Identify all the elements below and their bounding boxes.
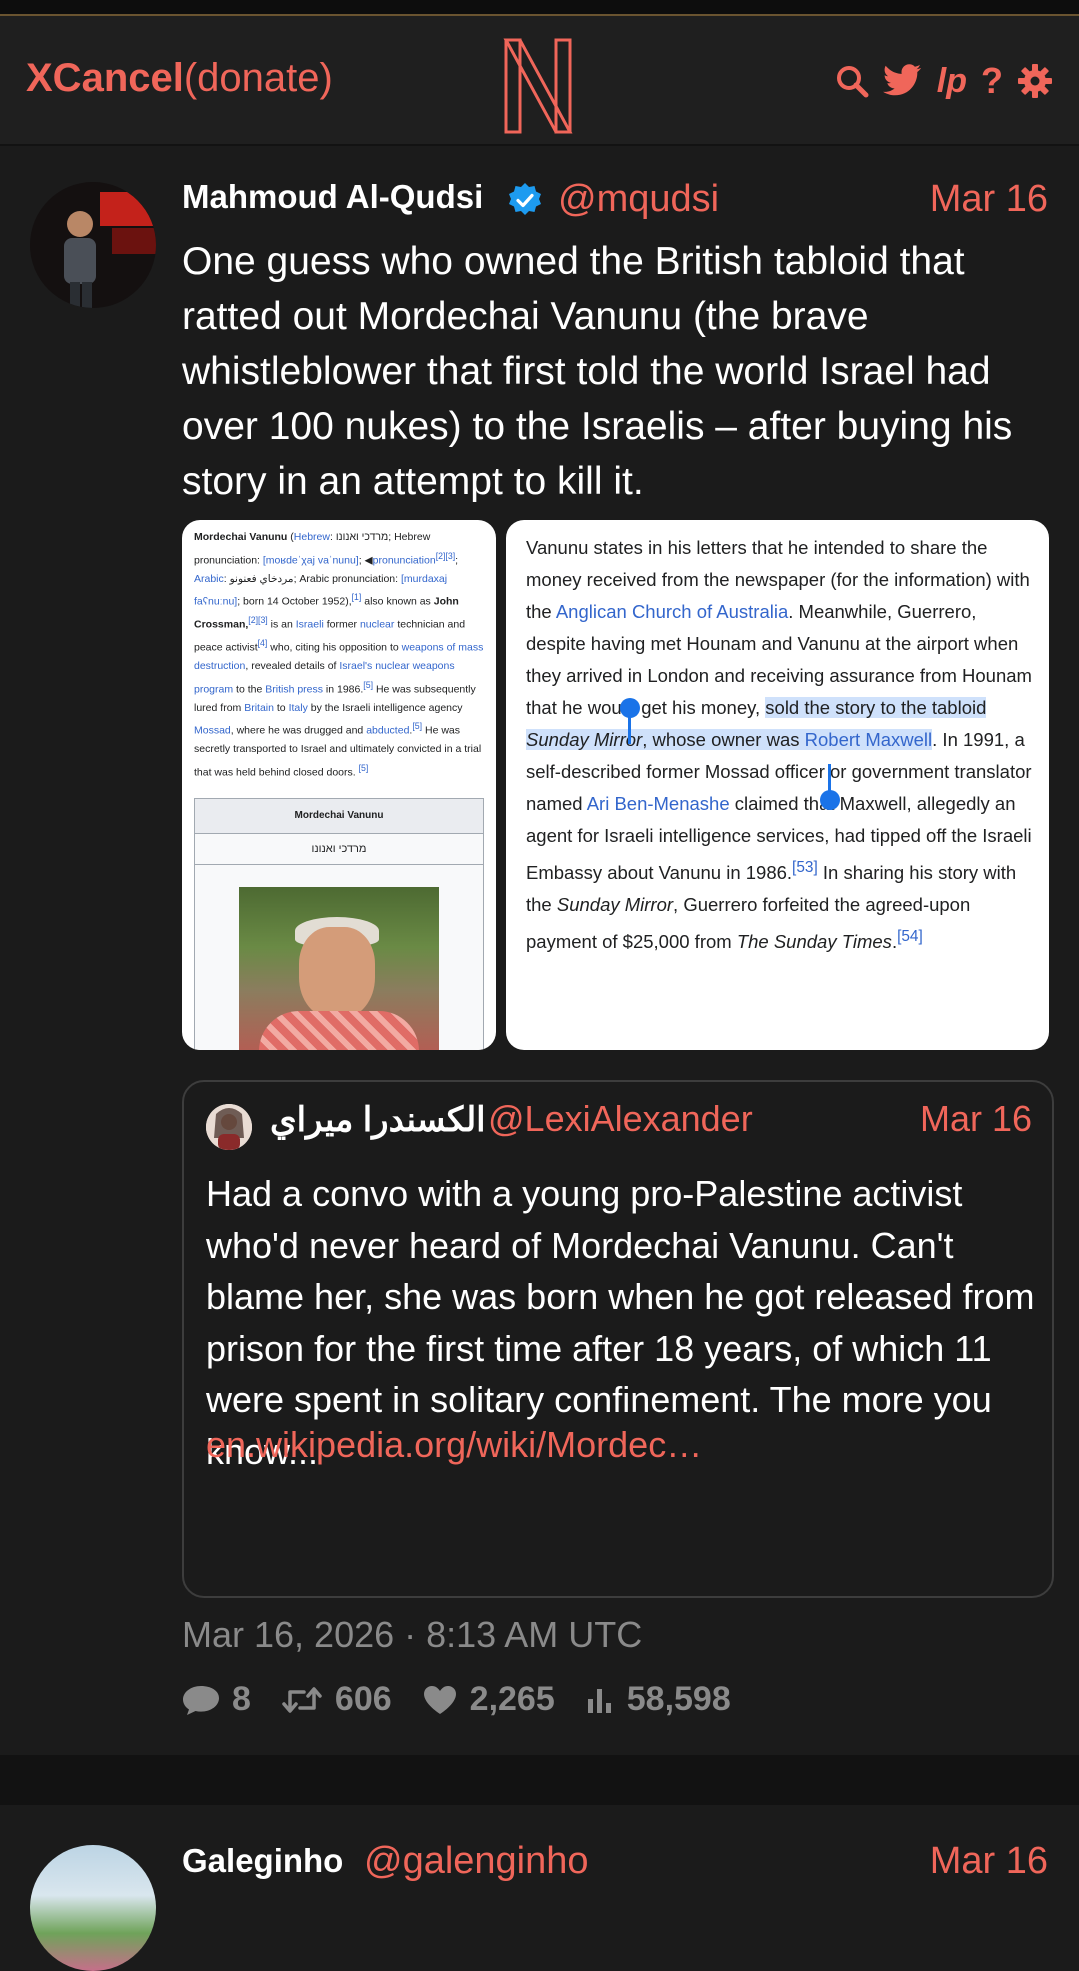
tweet-image-wikipedia-excerpt[interactable]: Vanunu states in his letters that he int… [506,520,1049,1050]
top-edge [0,0,1079,16]
next-author-name[interactable]: Galeginho [182,1842,343,1880]
brand-link[interactable]: XCancel(donate) [26,56,333,101]
reply-stat[interactable]: 8 [182,1680,251,1719]
retweet-stat[interactable]: 606 [281,1680,392,1719]
tweet-text: One guess who owned the British tabloid … [182,240,1013,503]
lp-icon[interactable]: lp [937,62,967,101]
quote-link[interactable]: en.wikipedia.org/wiki/Mordec… [206,1424,702,1466]
donate-link[interactable]: (donate) [184,56,333,100]
twitter-bird-icon[interactable] [882,64,923,98]
settings-gear-icon[interactable] [1017,63,1053,99]
views-chart-icon [587,1688,611,1713]
wiki-excerpt-text: Vanunu states in his letters that he int… [526,537,1032,953]
views-stat[interactable]: 58,598 [585,1680,731,1719]
quote-author-name[interactable]: الكسندرا ميراي [270,1100,486,1140]
author-name[interactable]: Mahmoud Al-Qudsi [182,178,483,216]
quote-author-handle[interactable]: @LexiAlexander [488,1098,753,1140]
reply-icon [183,1685,219,1715]
infobox-portrait-image [239,887,439,1050]
search-icon[interactable] [835,64,869,98]
navbar: XCancel(donate) lp ? [0,16,1079,146]
brand-name[interactable]: XCancel [26,56,184,100]
tweet-stats: 8 606 2,265 58,598 [182,1680,761,1719]
quoted-tweet[interactable]: الكسندرا ميراي @LexiAlexander Mar 16 Had… [182,1080,1054,1598]
infobox-title: Mordechai Vanunu [195,799,483,834]
wiki-infobox: Mordechai Vanunu מרדכי ואנונו [194,798,484,1050]
heart-icon [423,1685,456,1714]
quote-author-avatar[interactable] [206,1104,252,1150]
wiki-lead-text: Mordechai Vanunu (Hebrew: מרדכי ואנונו; … [194,531,484,778]
verified-badge-icon [509,183,541,215]
next-tweet-date[interactable]: Mar 16 [930,1840,1048,1883]
quote-date[interactable]: Mar 16 [920,1098,1032,1140]
author-avatar[interactable] [30,182,156,308]
infobox-hebrew-name: מרדכי ואנונו [195,834,483,865]
selection-start-dot [620,698,640,718]
nitter-logo-icon[interactable] [502,36,574,136]
next-author-avatar[interactable] [30,1845,156,1971]
selection-end-dot [820,790,840,810]
tweet-image-wikipedia-lead[interactable]: Mordechai Vanunu (Hebrew: מרדכי ואנונו; … [182,520,496,1050]
author-handle[interactable]: @mqudsi [558,178,719,221]
timeline-divider [0,1755,1079,1805]
like-stat[interactable]: 2,265 [422,1680,555,1719]
tweet-date[interactable]: Mar 16 [930,178,1048,221]
help-icon[interactable]: ? [981,60,1003,102]
next-author-handle[interactable]: @galenginho [364,1840,589,1883]
tweet-timestamp[interactable]: Mar 16, 2026 · 8:13 AM UTC [182,1614,642,1656]
avatar-photo-icon [30,182,156,308]
retweet-icon [282,1686,322,1713]
